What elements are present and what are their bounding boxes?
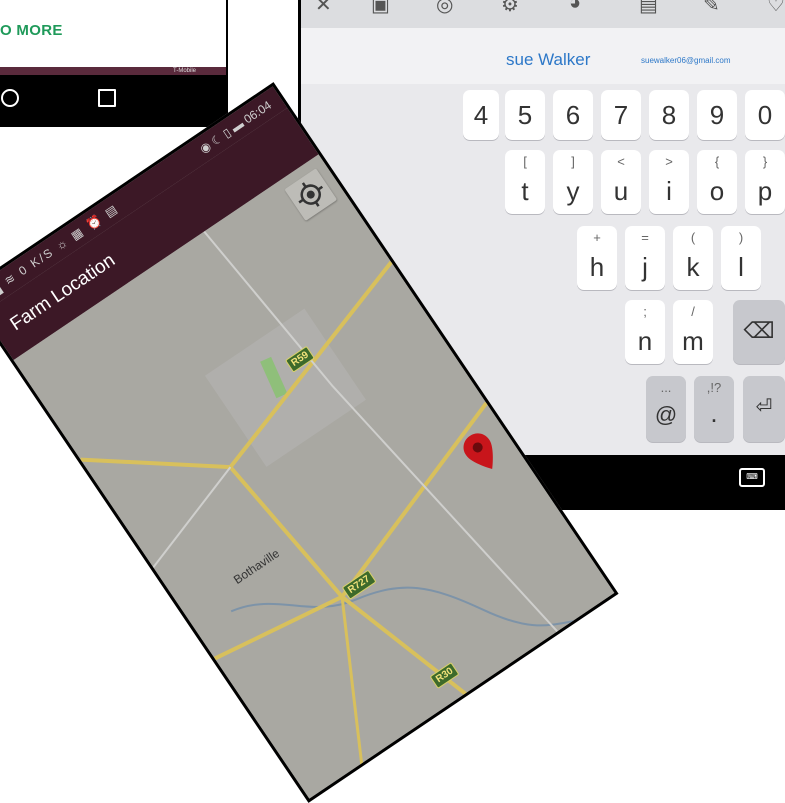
key-7[interactable]: 7 — [601, 90, 641, 140]
keyboard-toolbar: ✕ ▣ ◎ ⚙ ◕ ▤ ✎ ♡ — [301, 0, 785, 28]
key-0[interactable]: 0 — [745, 90, 785, 140]
gif-icon[interactable]: ▣ — [371, 0, 390, 17]
key-m[interactable]: / m — [673, 300, 713, 364]
keyboard-switch-icon[interactable]: ⌨ — [739, 468, 765, 487]
key-4[interactable]: 4 — [463, 90, 499, 140]
key-i[interactable]: > i — [649, 150, 689, 214]
recent-apps-square-icon[interactable] — [98, 89, 116, 107]
enter-key[interactable]: ⏎ — [743, 376, 785, 442]
key-5[interactable]: 5 — [505, 90, 545, 140]
mini-status-bar: T-Mobile — [0, 67, 226, 75]
key-o[interactable]: {o — [697, 150, 737, 214]
key-8[interactable]: 8 — [649, 90, 689, 140]
read-more-button[interactable]: O MORE — [0, 22, 63, 39]
key-9[interactable]: 9 — [697, 90, 737, 140]
clipboard-icon[interactable]: ▤ — [639, 0, 658, 17]
sticker-icon[interactable]: ◎ — [436, 0, 453, 17]
key-at[interactable]: ... @ — [646, 376, 686, 442]
key-t[interactable]: [t — [505, 150, 545, 214]
key-u[interactable]: < u — [601, 150, 641, 214]
heart-icon[interactable]: ♡ — [767, 0, 785, 17]
key-p[interactable]: } p — [745, 150, 785, 214]
pin-icon[interactable]: ✎ — [703, 0, 720, 17]
background-phone-left: O MORE T-Mobile — [0, 0, 228, 127]
close-icon[interactable]: ✕ — [315, 0, 332, 17]
settings-icon[interactable]: ⚙ — [501, 0, 519, 17]
key-n[interactable]: ; n — [625, 300, 665, 364]
key-6[interactable]: 6 — [553, 90, 593, 140]
palette-icon[interactable]: ◕ — [569, 0, 581, 15]
key-l[interactable]: ) l — [721, 226, 761, 290]
home-circle-icon[interactable] — [1, 89, 19, 107]
backspace-key[interactable]: ⌫ — [733, 300, 785, 364]
key-k[interactable]: (k — [673, 226, 713, 290]
key-y[interactable]: ] y — [553, 150, 593, 214]
enter-icon: ⏎ — [755, 396, 773, 418]
key-period[interactable]: ,!?. — [694, 376, 734, 442]
suggestion-email[interactable]: suewalker06@gmail.com — [641, 56, 731, 65]
wifi-icon: ≋ — [1, 269, 20, 288]
suggestion-strip: sue Walker suewalker06@gmail.com — [301, 28, 785, 84]
suggestion-name[interactable]: sue Walker — [506, 50, 590, 70]
key-j[interactable]: = j — [625, 226, 665, 290]
key-h[interactable]: + h — [577, 226, 617, 290]
backspace-icon: ⌫ — [743, 318, 775, 343]
